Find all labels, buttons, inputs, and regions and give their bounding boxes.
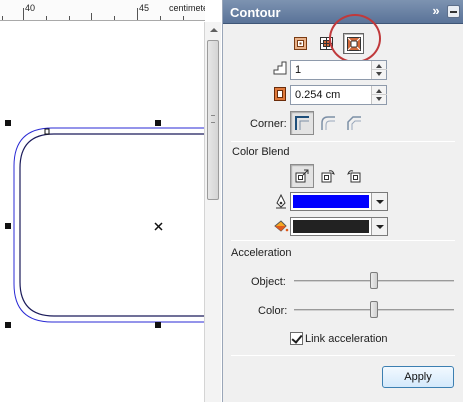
offset-icon [274, 87, 286, 101]
highlight-annotation-circle [329, 14, 381, 63]
outline-color-swatch [293, 195, 369, 208]
drawing-area[interactable] [0, 22, 205, 402]
separator [231, 141, 455, 142]
ruler-units: centimeters [169, 3, 205, 13]
node-handle[interactable] [44, 128, 50, 135]
scroll-up-icon[interactable] [210, 28, 218, 32]
fill-bucket-icon [274, 220, 289, 232]
apply-button[interactable]: Apply [382, 366, 454, 388]
steps-input[interactable]: 1 [290, 60, 387, 80]
rounded-rectangle-object[interactable] [19, 133, 205, 317]
link-acceleration-label[interactable]: Link acceleration [305, 333, 388, 345]
selection-handle-bottom-center[interactable] [155, 322, 161, 328]
fill-color-dropdown-icon[interactable] [371, 218, 387, 235]
offset-spinner[interactable] [371, 86, 387, 104]
offset-value: 0.254 cm [295, 89, 341, 101]
corner-label: Corner: [250, 118, 287, 130]
color-acceleration-thumb[interactable] [370, 301, 378, 318]
counterclockwise-blend-button[interactable] [344, 166, 363, 185]
ruler-number-40: 40 [25, 3, 36, 13]
expand-docker-icon[interactable]: » [429, 3, 443, 19]
linear-blend-icon [295, 169, 309, 183]
round-corner-button[interactable] [318, 113, 337, 132]
selection-handle-middle-left[interactable] [5, 223, 11, 229]
to-center-icon [294, 37, 307, 50]
separator [231, 240, 455, 241]
counterclockwise-blend-icon [346, 169, 360, 182]
steps-icon [273, 61, 287, 75]
color-acceleration-slider[interactable] [294, 300, 454, 320]
horizontal-ruler[interactable]: 40 45 centimeters [0, 0, 205, 21]
outline-pen-icon [276, 194, 286, 209]
fill-color-picker[interactable] [290, 217, 388, 236]
outline-color-picker[interactable] [290, 192, 388, 211]
outline-color-dropdown-icon[interactable] [371, 193, 387, 210]
object-acceleration-label: Object: [251, 276, 286, 288]
linear-blend-button[interactable] [290, 164, 314, 188]
object-acceleration-slider[interactable] [294, 271, 454, 291]
round-corner-icon [320, 115, 335, 130]
bevel-corner-button[interactable] [344, 113, 363, 132]
clockwise-blend-button[interactable] [318, 166, 337, 185]
color-acceleration-label: Color: [258, 305, 288, 317]
fill-color-swatch [293, 220, 369, 233]
object-acceleration-thumb[interactable] [370, 272, 378, 289]
ruler-number-45: 45 [139, 3, 150, 13]
selection-handle-top-center[interactable] [155, 120, 161, 126]
drawing-canvas[interactable]: 40 45 centimeters [0, 0, 205, 402]
minimize-docker-button[interactable] [447, 5, 460, 18]
vertical-scrollbar[interactable] [204, 22, 221, 402]
selection-handle-top-left[interactable] [5, 120, 11, 126]
scrollbar-thumb[interactable] [207, 40, 219, 200]
steps-value: 1 [295, 64, 302, 76]
offset-input[interactable]: 0.254 cm [290, 85, 387, 105]
to-center-button[interactable] [291, 34, 310, 53]
clockwise-blend-icon [321, 169, 335, 182]
miter-corner-button[interactable] [290, 111, 314, 135]
miter-corner-icon [295, 116, 309, 130]
center-marker-icon[interactable] [154, 222, 163, 231]
selection-handle-bottom-left[interactable] [5, 322, 11, 328]
separator [231, 355, 455, 356]
docker-title: Contour [230, 5, 281, 20]
color-blend-heading: Color Blend [232, 146, 290, 158]
contour-outline-outer [13, 127, 205, 323]
bevel-corner-icon [346, 115, 361, 130]
link-acceleration-checkbox[interactable] [290, 332, 303, 345]
acceleration-heading: Acceleration [231, 247, 292, 259]
steps-spinner[interactable] [371, 61, 387, 79]
